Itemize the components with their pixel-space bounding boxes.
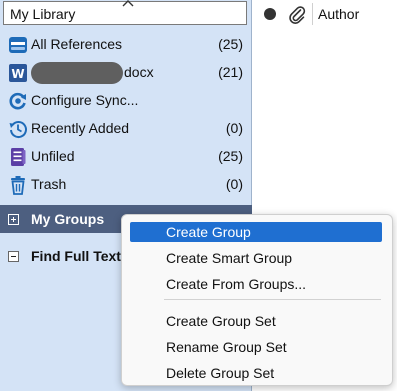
menu-item-rename-group-set[interactable]: Rename Group Set [130,337,382,357]
collection-count: (25) [218,148,243,164]
history-icon [9,121,27,139]
collection-configure-sync[interactable]: Configure Sync... [0,86,252,114]
collection-label: Unfiled [31,148,75,164]
menu-item-label: Create Group [166,224,251,240]
collection-label: All References [31,36,123,52]
svg-text:W: W [11,67,24,81]
menu-item-label: Create Group Set [166,313,276,329]
expand-plus-icon[interactable] [8,214,19,225]
context-menu: Create Group Create Smart Group Create F… [121,214,393,386]
unfiled-icon [11,148,26,166]
collection-unfiled[interactable]: Unfiled (25) [0,142,252,170]
menu-item-label: Create Smart Group [166,250,293,266]
menu-item-create-group-set[interactable]: Create Group Set [130,311,382,331]
collection-list: All References (25) W docx (21) Configur… [0,30,252,198]
collection-label: docx [124,64,154,80]
menu-item-label: Create From Groups... [166,276,307,292]
menu-item-create-smart-group[interactable]: Create Smart Group [130,248,382,268]
collection-trash[interactable]: Trash (0) [0,170,252,198]
trash-icon [11,176,25,195]
library-selector-value: My Library [10,6,76,22]
word-document-icon: W [9,64,27,82]
menu-item-delete-group-set[interactable]: Delete Group Set [130,363,382,383]
menu-item-label: Delete Group Set [166,365,275,381]
group-label: Find Full Text [31,248,121,264]
column-divider[interactable] [312,3,313,25]
folder-references-icon [9,37,27,53]
collection-count: (0) [225,120,243,136]
author-column-header[interactable]: Author [318,6,359,22]
collapse-minus-icon[interactable] [8,251,19,262]
column-header: Author [256,0,397,28]
read-status-icon[interactable] [264,8,276,20]
collection-label: Trash [31,176,67,192]
collection-docx[interactable]: W docx (21) [0,58,252,86]
paperclip-icon[interactable] [288,4,306,24]
library-selector[interactable]: My Library [3,0,247,25]
collection-recently-added[interactable]: Recently Added (0) [0,114,252,142]
menu-item-create-from-groups[interactable]: Create From Groups... [130,274,382,294]
collection-label: Recently Added [31,120,130,136]
collection-count: (21) [218,64,243,80]
chevron-up-icon [122,0,134,7]
collection-all-references[interactable]: All References (25) [0,30,252,58]
sync-icon [9,92,26,110]
collection-count: (25) [218,36,243,52]
menu-item-label: Rename Group Set [166,339,287,355]
menu-separator [164,299,381,300]
redaction-mark [31,62,123,84]
collection-count: (0) [225,176,243,192]
collection-label: Configure Sync... [31,92,139,108]
menu-item-create-group[interactable]: Create Group [130,222,382,242]
group-label: My Groups [31,211,105,227]
